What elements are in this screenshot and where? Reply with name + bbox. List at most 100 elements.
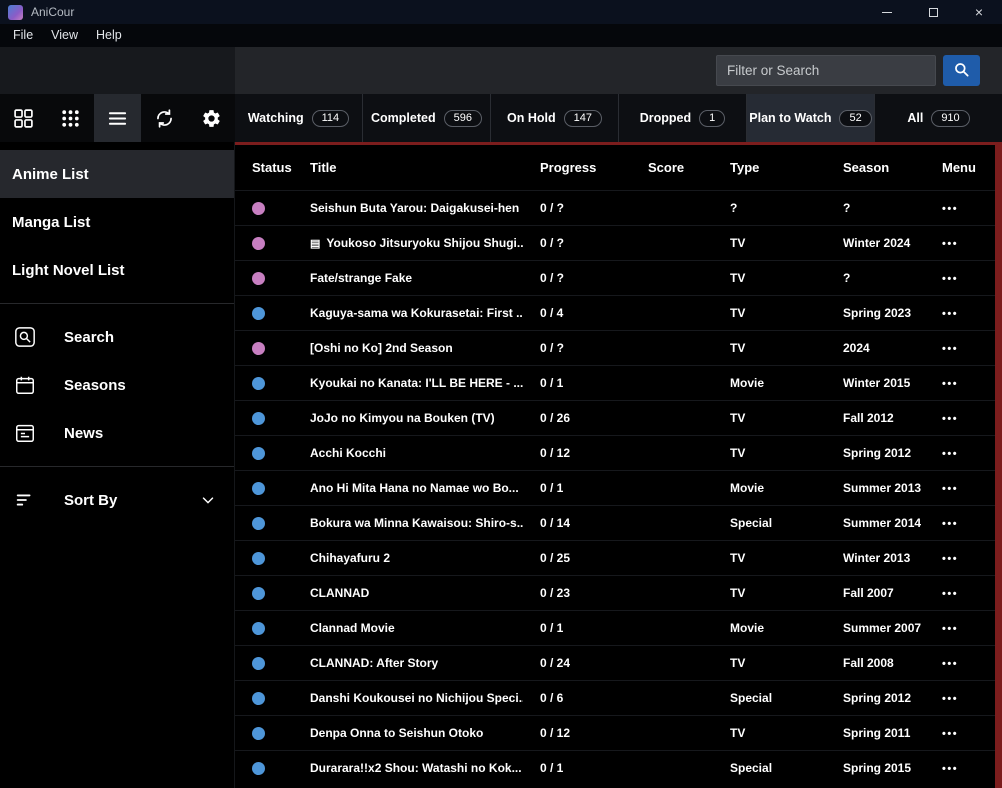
compact-view-button[interactable] [47, 94, 94, 142]
row-menu-button[interactable]: ••• [942, 273, 958, 285]
refresh-icon [154, 108, 175, 129]
tab-completed[interactable]: Completed 596 [363, 94, 491, 142]
cell-season: Summer 2014 [843, 516, 922, 530]
table-row[interactable]: Acchi Kocchi 0 / 12 TV Spring 2012 ••• [235, 435, 995, 470]
row-menu-button[interactable]: ••• [942, 553, 958, 565]
row-menu-button[interactable]: ••• [942, 413, 958, 425]
column-header-score[interactable]: Score [631, 160, 713, 175]
cell-type: Special [730, 691, 773, 705]
sidebar-top-strip [0, 47, 235, 94]
search-button[interactable] [943, 55, 980, 86]
row-menu-button[interactable]: ••• [942, 448, 958, 460]
tab-dropped[interactable]: Dropped 1 [619, 94, 747, 142]
table-row[interactable]: Ano Hi Mita Hana no Namae wo Bo... 0 / 1 M… [235, 470, 995, 505]
table-row[interactable]: Danshi Koukousei no Nichijou Speci... 0 /… [235, 680, 995, 715]
vertical-scrollbar[interactable] [995, 145, 1002, 788]
cell-menu: ••• [925, 621, 995, 635]
column-header-title[interactable]: Title [293, 160, 523, 175]
cell-status [235, 761, 293, 776]
row-menu-button[interactable]: ••• [942, 518, 958, 530]
table-row[interactable]: Chihayafuru 2 0 / 25 TV Winter 2013 ••• [235, 540, 995, 575]
table-row[interactable]: Seishun Buta Yarou: Daigakusei-hen 0 / ??… [235, 190, 995, 225]
table-row[interactable]: Durarara!!x2 Shou: Watashi no Kok... 0 / … [235, 750, 995, 785]
cell-menu: ••• [925, 691, 995, 705]
row-menu-button[interactable]: ••• [942, 308, 958, 320]
tab-all[interactable]: All 910 [875, 94, 1002, 142]
cell-type: TV [730, 551, 746, 565]
sidebar-item-light-novel-list[interactable]: Light Novel List [0, 246, 234, 294]
filter-search-input[interactable] [716, 55, 936, 86]
cell-progress: 0 / 12 [540, 726, 571, 740]
tab-on-hold[interactable]: On Hold 147 [491, 94, 619, 142]
column-header-progress[interactable]: Progress [523, 160, 631, 175]
tab-label: All [907, 111, 924, 125]
tab-plan-to-watch[interactable]: Plan to Watch 52 [747, 94, 875, 142]
cell-season: ? [843, 271, 851, 285]
cell-title: ▤ Youkoso Jitsuryoku Shijou Shugi... [310, 236, 523, 250]
row-menu-button[interactable]: ••• [942, 728, 958, 740]
row-menu-button[interactable]: ••• [942, 203, 958, 215]
sidebar-item-anime-list[interactable]: Anime List [0, 150, 234, 198]
nav-item-label: Manga List [12, 213, 91, 231]
table-row[interactable]: CLANNAD: After Story 0 / 24 TV Fall 2008 ••• [235, 645, 995, 680]
tab-watching[interactable]: Watching 114 [235, 94, 363, 142]
cell-progress: 0 / 1 [540, 621, 564, 635]
menu-file[interactable]: File [4, 24, 42, 47]
row-menu-button[interactable]: ••• [942, 623, 958, 635]
table-row[interactable]: Clannad Movie 0 / 1 Movie Summer 2007 ••• [235, 610, 995, 645]
table-row[interactable]: Kaguya-sama wa Kokurasetai: First ... 0 /… [235, 295, 995, 330]
card-view-button[interactable] [0, 94, 47, 142]
menu-view[interactable]: View [42, 24, 87, 47]
menu-bar: File View Help [0, 24, 1002, 47]
table-row[interactable]: Kyoukai no Kanata: I'LL BE HERE - ... 0 /… [235, 365, 995, 400]
status-dot-icon [252, 657, 265, 671]
close-button[interactable]: × [956, 0, 1002, 24]
row-menu-button[interactable]: ••• [942, 378, 958, 390]
row-menu-button[interactable]: ••• [942, 588, 958, 600]
table-row[interactable]: [Oshi no Ko] 2nd Season 0 / ? TV 2024 ••• [235, 330, 995, 365]
sidebar-item-search[interactable]: Search [0, 313, 234, 361]
cell-title: Clannad Movie [310, 621, 395, 635]
sidebar-item-manga-list[interactable]: Manga List [0, 198, 234, 246]
sidebar-nav: Anime List Manga List Light Novel List [0, 150, 234, 294]
cell-type: TV [730, 236, 746, 250]
tab-count-badge: 114 [311, 109, 350, 127]
sort-by-button[interactable]: Sort By [0, 476, 234, 524]
status-dot-icon [252, 587, 265, 601]
magnifier-icon [952, 60, 971, 82]
tab-label: Watching [247, 111, 304, 125]
row-menu-button[interactable]: ••• [942, 658, 958, 670]
refresh-button[interactable] [141, 94, 188, 142]
cell-progress: 0 / 24 [540, 656, 571, 670]
table-row[interactable]: CLANNAD 0 / 23 TV Fall 2007 ••• [235, 575, 995, 610]
list-view-button[interactable] [94, 94, 141, 142]
menu-help[interactable]: Help [87, 24, 131, 47]
cell-type: TV [730, 306, 746, 320]
status-dot-icon [252, 237, 265, 251]
sidebar-item-news[interactable]: News [0, 409, 234, 457]
maximize-button[interactable] [910, 0, 956, 24]
table-row[interactable]: JoJo no Kimyou na Bouken (TV) 0 / 26 TV Fal… [235, 400, 995, 435]
table-row[interactable]: Fate/strange Fake 0 / ? TV? ••• [235, 260, 995, 295]
column-header-season[interactable]: Season [826, 160, 925, 175]
sidebar-item-seasons[interactable]: Seasons [0, 361, 234, 409]
cell-status [235, 481, 293, 496]
table-row[interactable]: ▤ Youkoso Jitsuryoku Shijou Shugi... 0 / ?… [235, 225, 995, 260]
cell-season: Winter 2024 [843, 236, 911, 250]
settings-button[interactable] [188, 94, 235, 142]
row-menu-button[interactable]: ••• [942, 483, 958, 495]
table-header: Status Title Progress Score Type Season Menu [235, 145, 995, 190]
document-icon: ▤ [310, 238, 321, 250]
row-menu-button[interactable]: ••• [942, 343, 958, 355]
row-menu-button[interactable]: ••• [942, 763, 958, 775]
row-menu-button[interactable]: ••• [942, 693, 958, 705]
column-header-status[interactable]: Status [235, 160, 293, 175]
cell-season: Spring 2011 [843, 726, 911, 740]
table-row[interactable]: Bokura wa Minna Kawaisou: Shiro-s... 0 / … [235, 505, 995, 540]
cell-menu: ••• [925, 411, 995, 425]
minimize-button[interactable] [864, 0, 910, 24]
row-menu-button[interactable]: ••• [942, 238, 958, 250]
table-row[interactable]: Denpa Onna to Seishun Otoko 0 / 12 TV Sprin… [235, 715, 995, 750]
column-header-menu[interactable]: Menu [925, 160, 995, 175]
column-header-type[interactable]: Type [713, 160, 826, 175]
